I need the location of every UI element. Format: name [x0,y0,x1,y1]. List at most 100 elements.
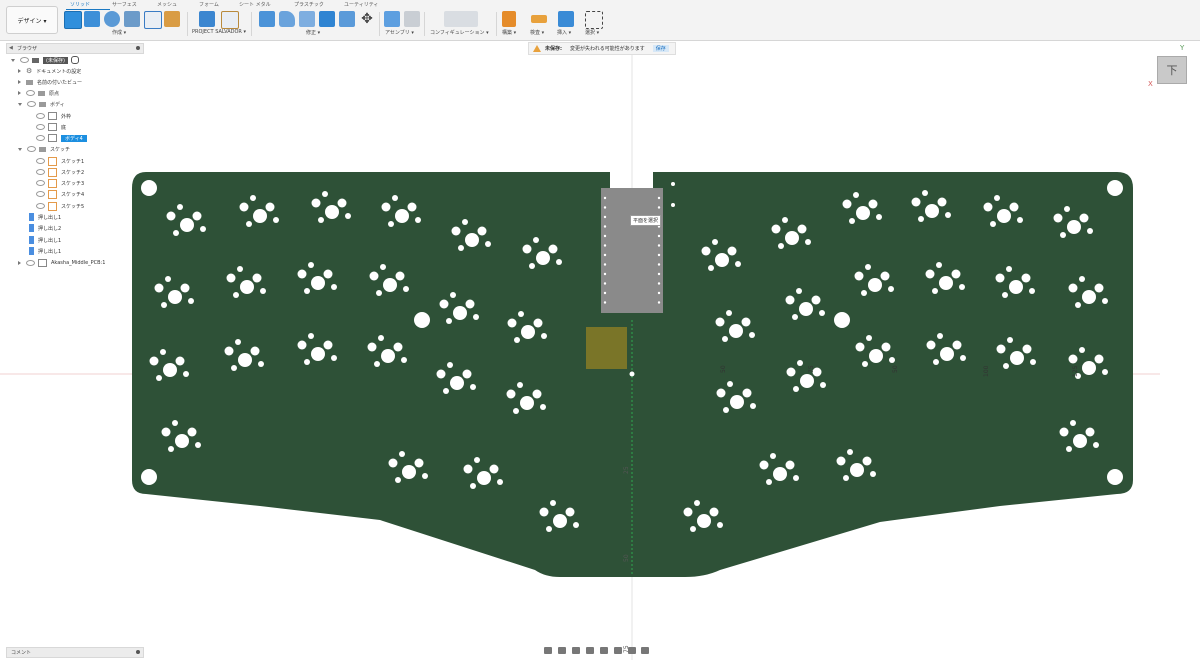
switch-hole [323,340,333,350]
switch-hole [168,290,182,304]
visibility-icon[interactable] [27,146,36,152]
visibility-icon[interactable] [26,260,35,266]
switch-hole [337,198,347,208]
switch-hole [163,363,177,377]
viewport[interactable]: 75 50 25 50 75 100 125 50 Y X [0,0,1200,660]
look-at-icon[interactable] [557,647,566,654]
tree-item[interactable]: ボディ [18,99,65,109]
display-settings-icon[interactable] [613,647,622,654]
switch-hole [462,219,468,225]
switch-hole [708,265,714,271]
expand-icon[interactable] [18,69,21,73]
switch-hole [983,202,993,212]
target-icon[interactable] [70,56,79,64]
tree-item[interactable]: スケッチ3 [36,178,84,188]
visibility-icon[interactable] [36,135,45,141]
sketch-icon [48,178,57,188]
switch-hole [888,286,894,292]
tree-item[interactable]: スケッチ5 [36,201,84,211]
switch-hole [1075,302,1081,308]
switch-hole [881,342,891,352]
switch-hole [166,211,176,221]
comments-panel[interactable]: コメント [6,647,144,658]
tree-item[interactable]: 押し出し1 [29,235,61,245]
zoom-icon[interactable] [585,647,594,654]
switch-hole [1082,290,1096,304]
switch-hole [318,217,324,223]
save-button[interactable]: 保存 [652,45,669,52]
switch-hole [395,477,401,483]
tree-item[interactable]: 外枠 [36,111,71,121]
tree-item[interactable]: スケッチ2 [36,167,84,177]
pin-icon[interactable] [136,650,140,654]
switch-hole [367,342,377,352]
switch-hole [485,241,491,247]
switch-hole [690,526,696,532]
tree-item[interactable]: 底 [36,122,66,132]
switch-hole [235,339,241,345]
expand-icon[interactable] [18,102,22,106]
orbit-icon[interactable] [544,647,552,654]
tree-item-label: スケッチ3 [61,180,85,187]
tree-item-selected[interactable]: ボディ4 [36,133,87,143]
switch-hole [940,347,954,361]
expand-icon[interactable] [18,80,21,84]
tree-item[interactable]: スケッチ1 [36,156,84,166]
visibility-icon[interactable] [36,169,45,175]
switch-hole [1010,351,1024,365]
visibility-icon[interactable] [36,180,45,186]
tree-item[interactable]: スケッチ [18,144,70,154]
small-hole [671,203,675,207]
switch-hole [532,389,542,399]
visibility-icon[interactable] [36,113,45,119]
visibility-icon[interactable] [36,203,45,209]
visibility-icon[interactable] [36,158,45,164]
switch-hole [183,371,189,377]
pan-icon[interactable] [571,647,580,654]
grid-icon[interactable] [627,647,636,654]
viewcube[interactable]: 下 [1157,56,1187,84]
tree-item[interactable]: 押し出し1 [29,246,61,256]
tree-root[interactable]: (未保存) [11,55,79,65]
tree-item[interactable]: Akasha_Middle_PCB:1 [18,258,105,268]
unsaved-banner: 未保存: 変更が失われる可能性があります 保存 [528,42,676,55]
expand-icon[interactable] [18,91,21,95]
tree-item[interactable]: ⚙ ドキュメントの設定 [18,66,81,76]
visibility-icon[interactable] [36,124,45,130]
switch-hole [376,290,382,296]
sketch-icon [48,189,57,199]
ruler-label: 125 [1072,365,1079,377]
tree-item[interactable]: 押し出し1 [29,212,61,222]
switch-hole [540,404,546,410]
tree-item-label: 押し出し1 [38,214,62,221]
tree-item[interactable]: 原点 [18,88,59,98]
switch-hole [462,369,472,379]
pin-icon[interactable] [136,46,140,50]
switch-hole [378,335,384,341]
visibility-icon[interactable] [36,191,45,197]
switch-hole [1102,298,1108,304]
browser-panel-header[interactable]: ◀ ブラウザ [6,43,144,54]
switch-hole [1068,354,1078,364]
visibility-icon[interactable] [26,90,35,96]
switch-hole [161,302,167,308]
expand-icon[interactable] [18,147,22,151]
expand-icon[interactable] [18,261,21,265]
body-icon [48,123,57,131]
mcu-pin [603,291,607,295]
tree-item[interactable]: スケッチ4 [36,189,84,199]
visibility-icon[interactable] [27,101,36,107]
switch-hole [933,359,939,365]
visibility-icon[interactable] [20,57,29,63]
viewports-icon[interactable] [641,647,650,654]
tree-item[interactable]: 名前の付いたビュー [18,77,82,87]
switch-hole [1030,359,1036,365]
expand-icon[interactable] [11,58,15,62]
switch-hole [407,202,417,212]
collapse-icon[interactable]: ◀ [9,45,13,51]
fit-icon[interactable] [599,647,608,654]
switch-hole [926,340,936,350]
tree-item-label: 押し出し1 [38,237,62,244]
switch-hole [322,191,328,197]
tree-item[interactable]: 押し出し2 [29,223,61,233]
